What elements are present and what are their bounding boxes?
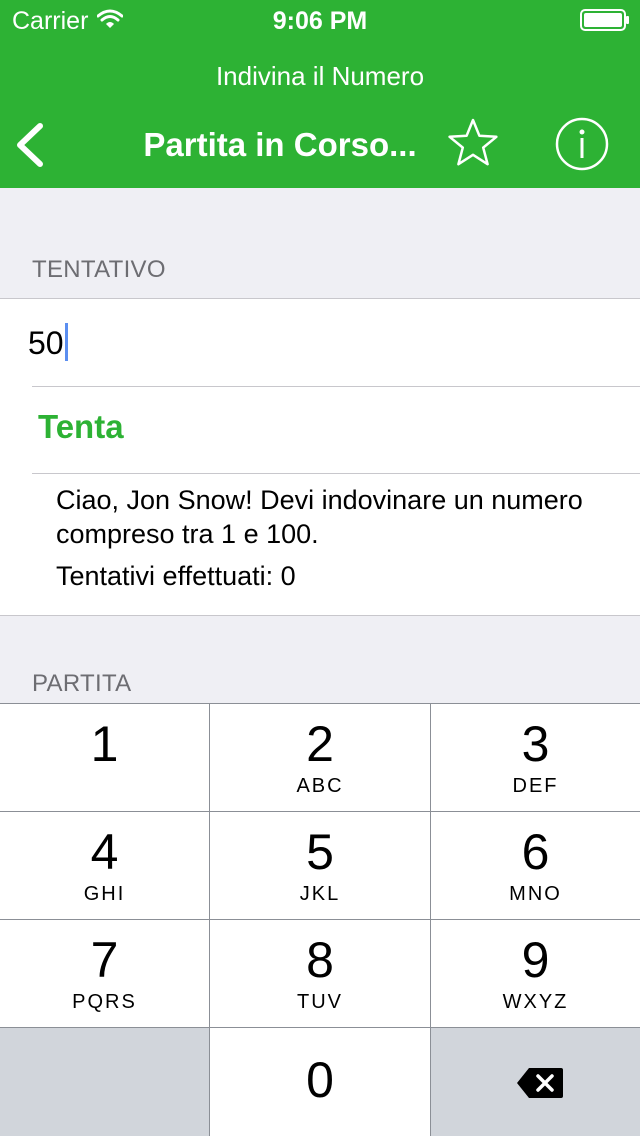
key-letters: ABC xyxy=(296,775,344,797)
back-chevron-icon[interactable] xyxy=(10,118,60,172)
key-7[interactable]: 7 PQRS xyxy=(0,920,209,1027)
info-icon[interactable] xyxy=(554,116,610,172)
key-9[interactable]: 9 WXYZ xyxy=(431,920,640,1027)
divider xyxy=(32,386,640,387)
key-letters: DEF xyxy=(512,775,559,797)
delete-key[interactable] xyxy=(431,1028,640,1136)
key-digit: 7 xyxy=(90,932,119,988)
guess-section: 50 Tenta Ciao, Jon Snow! Devi indovinare… xyxy=(0,298,640,616)
key-letters: MNO xyxy=(509,883,562,905)
header: Carrier 9:06 PM Indivina il Numero Parti… xyxy=(0,0,640,188)
key-5[interactable]: 5 JKL xyxy=(210,812,430,919)
backspace-icon xyxy=(517,1068,563,1098)
key-letters: PQRS xyxy=(72,991,137,1013)
key-digit: 9 xyxy=(521,932,550,988)
key-digit: 3 xyxy=(521,716,550,772)
key-letters: WXYZ xyxy=(502,991,569,1013)
key-digit: 5 xyxy=(306,824,334,880)
nav-title: Partita in Corso... xyxy=(143,126,417,163)
key-4[interactable]: 4 GHI xyxy=(0,812,209,919)
guess-input-value: 50 xyxy=(28,325,64,361)
key-digit: 6 xyxy=(521,824,550,880)
guess-button[interactable]: Tenta xyxy=(38,407,124,447)
key-8[interactable]: 8 TUV xyxy=(210,920,430,1027)
guess-input[interactable]: 50 xyxy=(28,323,68,363)
key-letters: JKL xyxy=(299,883,341,905)
status-time: 9:06 PM xyxy=(272,7,368,35)
key-digit: 8 xyxy=(306,932,334,988)
divider xyxy=(32,473,640,474)
key-3[interactable]: 3 DEF xyxy=(431,704,640,811)
status-bar: Carrier 9:06 PM xyxy=(0,0,640,40)
key-empty xyxy=(0,1028,209,1136)
key-0[interactable]: 0 xyxy=(210,1028,430,1136)
key-letters: GHI xyxy=(83,883,126,905)
key-digit: 2 xyxy=(306,716,334,772)
screen: Carrier 9:06 PM Indivina il Numero Parti… xyxy=(0,0,640,1136)
numeric-keypad: 1 2 ABC 3 DEF 4 GHI 5 JKL 6 MNO 7 PQRS 8… xyxy=(0,703,640,1136)
text-caret xyxy=(64,323,68,361)
section-header-game: PARTITA xyxy=(32,670,132,697)
key-6[interactable]: 6 MNO xyxy=(431,812,640,919)
key-2[interactable]: 2 ABC xyxy=(210,704,430,811)
section-header-guess: TENTATIVO xyxy=(32,256,166,283)
key-digit: 1 xyxy=(90,716,119,772)
welcome-message: Ciao, Jon Snow! Devi indovinare un numer… xyxy=(56,485,583,549)
key-letters: TUV xyxy=(297,991,343,1013)
attempts-count: Tentativi effettuati: 0 xyxy=(56,561,296,591)
star-icon[interactable] xyxy=(446,116,500,170)
key-digit: 0 xyxy=(306,1052,334,1108)
battery-icon xyxy=(580,9,629,31)
app-title: Indivina il Numero xyxy=(215,61,425,91)
key-1[interactable]: 1 xyxy=(0,704,209,811)
key-digit: 4 xyxy=(90,824,119,880)
